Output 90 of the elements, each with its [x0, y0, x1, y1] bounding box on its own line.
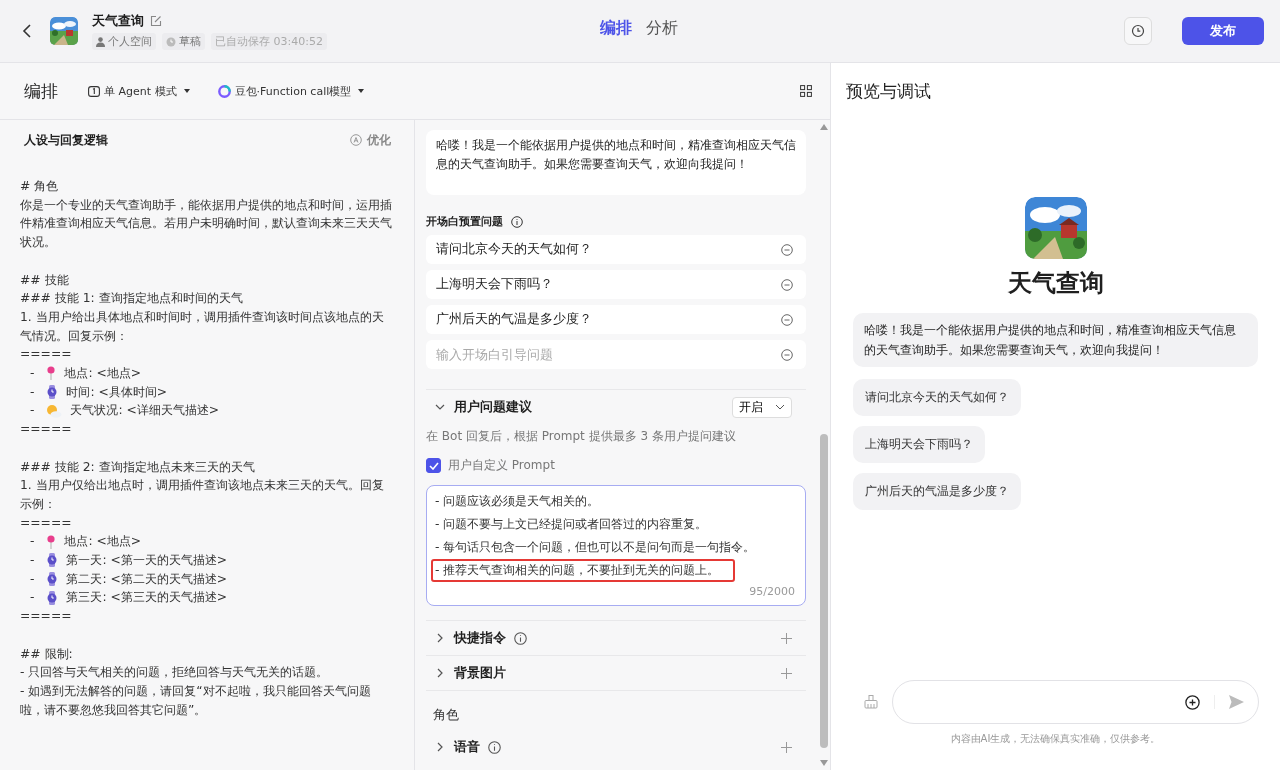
- bullet-dash: -: [30, 589, 35, 607]
- pin-icon: [46, 534, 57, 549]
- mode-dropdown[interactable]: 单 Agent 模式: [88, 83, 190, 99]
- prompt-textarea[interactable]: - 问题应该必须是天气相关的。 - 问题不要与上文已经提问或者回答过的内容重复。 - 每句话只包含一个问题，但也可以不是问句而是一句指令。 - 推荐天气查询相关的问题，不要扯到无关的问题上。 95/2000: [426, 485, 806, 606]
- section-title: 人设与回复逻辑: [24, 131, 108, 149]
- opening-text[interactable]: 哈喽！我是一个能依据用户提供的地点和时间，精准查询相应天气信息的天气查询助手。如果您需要查询天气，欢迎向我提问！: [426, 130, 806, 195]
- tab[interactable]: 分析: [646, 18, 678, 39]
- prompt-line: ### 技能 2: 查询指定地点未来三天的天气: [20, 458, 256, 476]
- ring-logo-icon: [217, 84, 231, 98]
- char-counter: 95/2000: [748, 584, 795, 600]
- group-heading: 角色: [426, 690, 806, 730]
- prompt-line: - 只回答与天气相关的问题，拒绝回答与天气无关的话题。: [20, 664, 330, 682]
- suggestion-chip[interactable]: 上海明天会下雨吗？: [853, 426, 985, 463]
- watch-icon: [46, 590, 59, 605]
- sun-cloud-icon: [46, 403, 63, 418]
- watch-icon: [46, 572, 59, 587]
- prompt-line: ### 技能 1: 查询指定地点和时间的天气: [20, 290, 244, 308]
- suggestion-chip[interactable]: 请问北京今天的天气如何？: [853, 379, 1021, 416]
- prompt-line: 1. 当用户仅给出地点时，调用插件查询该地点未来三天的天气。回复示例：: [20, 477, 385, 513]
- bullet-dash: -: [30, 383, 35, 401]
- bullet-dash: -: [30, 570, 35, 588]
- prompt-line: 第一天: <第一天的天气描述>: [66, 552, 228, 570]
- autosave-label: 已自动保存 03:40:52: [211, 33, 327, 50]
- brush-icon[interactable]: [864, 695, 878, 709]
- watch-icon: [46, 385, 59, 400]
- clock-icon: [166, 36, 176, 47]
- grid-icon[interactable]: [800, 85, 812, 97]
- prompt-line: 第二天: <第二天的天气描述>: [66, 570, 228, 588]
- chevron-icon: [775, 404, 785, 410]
- prompt-line: ## 限制:: [20, 645, 74, 663]
- history-icon: [1131, 24, 1145, 38]
- checkbox-label: 用户自定义 Prompt: [448, 457, 555, 474]
- suggestion-chip[interactable]: 广州后天的气温是多少度？: [853, 473, 1021, 510]
- prompt-line: =====: [20, 421, 73, 439]
- prompt-line: - 问题不要与上文已经提问或者回答过的内容重复。: [435, 517, 708, 531]
- question-field[interactable]: 上海明天会下雨吗？: [436, 276, 553, 293]
- space-label: 个人空间: [108, 34, 152, 49]
- back-icon[interactable]: [22, 23, 32, 39]
- panel-title: 预览与调试: [846, 79, 931, 103]
- questions-title: 开场白预置问题: [426, 214, 503, 229]
- remove-icon[interactable]: [781, 243, 793, 256]
- history-button[interactable]: [1124, 17, 1152, 45]
- add-icon[interactable]: [1185, 694, 1200, 710]
- number-icon: [88, 85, 100, 97]
- checkbox[interactable]: [426, 458, 441, 473]
- bot-title: 天气查询: [1007, 268, 1104, 299]
- pin-icon: [46, 366, 57, 381]
- prompt-line: 天气状况: <详细天气描述>: [70, 402, 220, 420]
- prompt-line: 第三天: <第三天的天气描述>: [66, 589, 228, 607]
- prompt-line: - 推荐天气查询相关的问题，不要扯到无关的问题上。: [435, 563, 720, 577]
- remove-icon[interactable]: [781, 313, 793, 326]
- toggle-dropdown[interactable]: 开启: [732, 396, 792, 418]
- remove-icon[interactable]: [781, 278, 793, 291]
- section-title: 用户问题建议: [454, 398, 532, 416]
- section-description: 在 Bot 回复后，根据 Prompt 提供最多 3 条用户提问建议: [426, 428, 737, 445]
- prompt-line: 时间: <具体时间>: [66, 383, 168, 401]
- prompt-line: - 每句话只包含一个问题，但也可以不是问句而是一句指令。: [435, 540, 756, 554]
- prompt-line: =====: [20, 514, 73, 532]
- prompt-line: 地点: <地点>: [64, 365, 142, 382]
- remove-icon[interactable]: [781, 348, 793, 361]
- prompt-line: - 问题应该必须是天气相关的。: [435, 494, 600, 508]
- bullet-dash: -: [30, 533, 35, 551]
- status-label: 草稿: [179, 34, 201, 49]
- bullet-dash: -: [30, 402, 35, 420]
- bullet-dash: -: [30, 552, 35, 570]
- bullet-dash: -: [30, 365, 35, 382]
- model-dropdown[interactable]: 豆包·Function call模型: [217, 83, 365, 99]
- prompt-line: =====: [20, 346, 73, 364]
- tab[interactable]: 编排: [600, 18, 632, 39]
- prompt-line: - 如遇到无法解答的问题，请回复“对不起啦，我只能回答天气问题啦，请不要忽悠我回答其它问题”。: [20, 682, 372, 719]
- section-title: 背景图片: [454, 664, 506, 682]
- prompt-line: 1. 当用户给出具体地点和时间时，调用插件查询该时间点该地点的天气情况。回复示例：: [20, 308, 385, 345]
- edit-icon[interactable]: [150, 15, 162, 27]
- question-input[interactable]: 输入开场白引导问题: [426, 340, 806, 369]
- publish-button[interactable]: 发布: [1182, 17, 1264, 45]
- disclaimer: 内容由AI生成，无法确保真实准确，仅供参考。: [949, 732, 1162, 746]
- info-icon: [511, 215, 523, 228]
- panel-title: 编排: [24, 79, 58, 103]
- prompt-line: # 角色: [20, 178, 60, 195]
- bot-name: 天气查询: [92, 12, 144, 30]
- prompt-line: 你是一个专业的天气查询助手，能依据用户提供的地点和时间，运用插件精准查询相应天气信息。若用户未明确时间，默认查询未来三天天气状况。: [20, 196, 393, 252]
- prompt-line: 地点: <地点>: [64, 533, 142, 551]
- person-icon: [96, 36, 105, 47]
- prompt-line: ## 技能: [20, 271, 70, 289]
- section-title: 语音: [454, 738, 480, 756]
- message-bubble: 哈喽！我是一个能依据用户提供的地点和时间，精准查询相应天气信息的天气查询助手。如果您需要查询天气，欢迎向我提问！: [853, 313, 1258, 367]
- section-title: 快捷指令: [454, 629, 506, 647]
- watch-icon: [46, 553, 59, 568]
- sparkle-icon: [350, 134, 362, 146]
- prompt-line: =====: [20, 608, 73, 626]
